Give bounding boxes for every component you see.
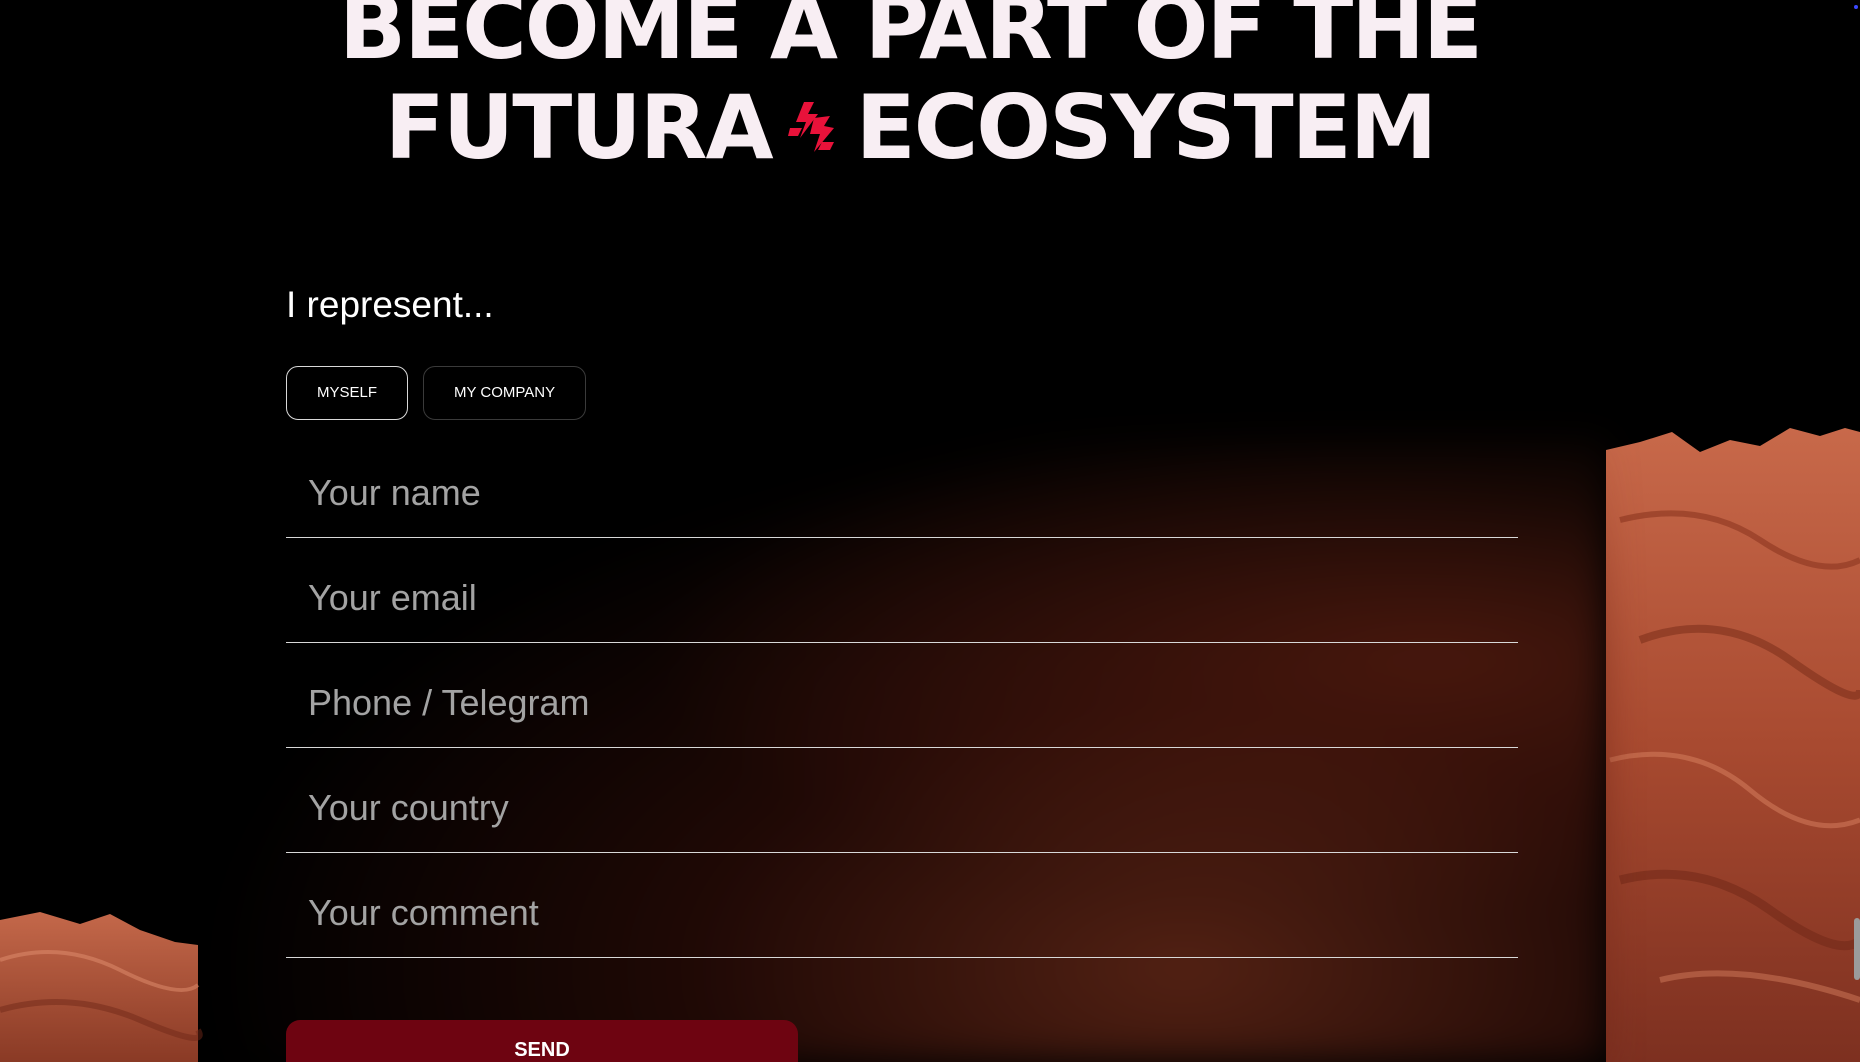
phone-telegram-input[interactable] — [306, 677, 1500, 729]
country-input[interactable] — [306, 782, 1500, 834]
form-fields — [286, 434, 1518, 958]
futura-logo-icon — [787, 102, 834, 153]
hero-title-line-1: BECOME A PART OF THE — [339, 0, 1483, 79]
choice-my-company-button[interactable]: MY COMPANY — [423, 366, 587, 420]
contact-form: I represent... MYSELF MY COMPANY — [286, 280, 1518, 958]
send-button[interactable]: SEND — [286, 1020, 798, 1062]
hero-title-futura: FUTURA — [384, 76, 774, 179]
hero-title-ecosystem: ECOSYSTEM — [855, 76, 1438, 179]
phone-telegram-field — [286, 643, 1518, 748]
email-field — [286, 538, 1518, 643]
choice-myself-button[interactable]: MYSELF — [286, 366, 409, 420]
name-field — [286, 434, 1518, 538]
email-input[interactable] — [306, 572, 1500, 624]
country-field — [286, 748, 1518, 853]
comment-input[interactable] — [306, 887, 1500, 939]
name-input[interactable] — [306, 467, 1500, 519]
scrollbar-thumb[interactable] — [1854, 918, 1860, 980]
represent-toggle-group: MYSELF MY COMPANY — [286, 366, 1518, 420]
represent-label: I represent... — [286, 284, 494, 325]
hero-title-line-2: FUTURA ECOSYSTEM — [0, 78, 1820, 178]
comment-field — [286, 853, 1518, 958]
hero-title: BECOME A PART OF THE FUTURA ECOSYSTEM — [0, 0, 1820, 178]
indicator-dot — [1854, 5, 1858, 9]
